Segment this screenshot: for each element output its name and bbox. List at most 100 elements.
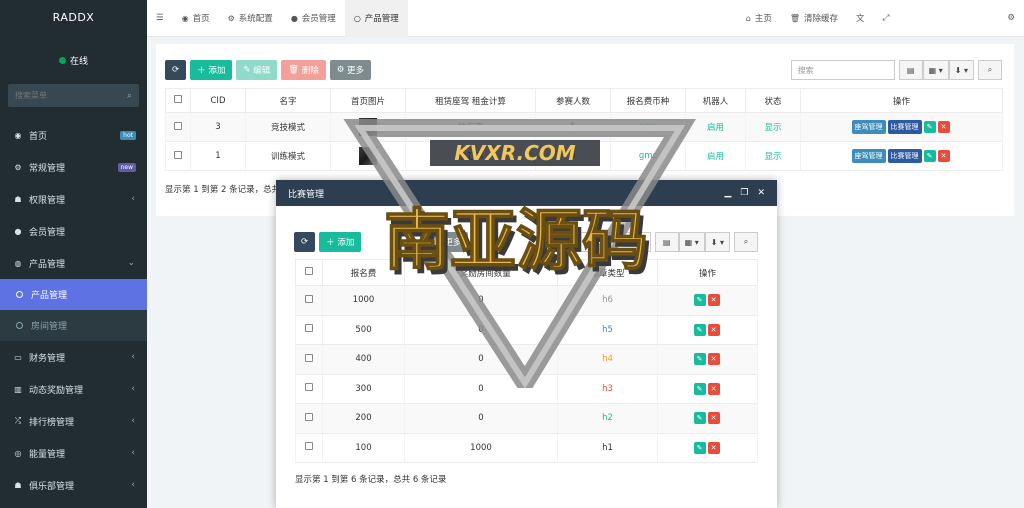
row-checkbox[interactable] [305, 353, 313, 362]
sidebar-item-permission[interactable]: ☗ 权限管理 ‹ [0, 183, 147, 215]
add-button[interactable]: ＋ 添加 [190, 60, 233, 80]
table-row[interactable]: 100 1000 h1 ✎ ✕ [295, 433, 758, 463]
robot-cell[interactable]: 启用 [685, 112, 746, 142]
delete-row-button[interactable]: ✕ [707, 382, 720, 395]
table-row[interactable]: 300 0 h3 ✎ ✕ [295, 374, 758, 404]
search-icon[interactable]: ⌕ [127, 91, 132, 101]
seat-manage-button[interactable]: 座驾管理 [851, 149, 886, 163]
row-checkbox-cell[interactable] [295, 374, 323, 404]
row-checkbox-cell[interactable] [295, 403, 323, 434]
minimize-icon[interactable]: ▁ [724, 188, 731, 198]
delete-row-button[interactable]: ✕ [707, 323, 720, 336]
edit-row-button[interactable]: ✎ [693, 294, 706, 307]
table-row[interactable]: 1 训练模式 按汇率 5 gmc 启用 显示 座驾管理 比赛管理 ✎ ✕ [165, 141, 1003, 171]
home-link[interactable]: ⌂ 主页 [737, 0, 781, 37]
column-header[interactable]: 操作 [800, 88, 1003, 113]
row-checkbox[interactable] [305, 412, 313, 421]
more-button[interactable]: ⚙ 更多 [329, 60, 372, 80]
close-icon[interactable]: ✕ [757, 188, 765, 198]
sidebar-item-general[interactable]: ⚙ 常规管理 new [0, 151, 147, 183]
edit-row-button[interactable]: ✎ [693, 353, 706, 366]
row-checkbox[interactable] [305, 324, 313, 333]
match-manage-button[interactable]: 比赛管理 [887, 120, 922, 134]
sidebar-item-member[interactable]: ● 会员管理 [0, 215, 147, 247]
tab-member[interactable]: ● 会员管理 [282, 0, 345, 37]
table-row[interactable]: 1000 0 h6 ✎ ✕ [295, 285, 758, 316]
columns-button[interactable]: ▦ ▾ [922, 60, 949, 80]
row-checkbox[interactable] [305, 294, 313, 303]
sidebar-subitem-room[interactable]: 房间管理 [0, 310, 147, 341]
columns-button[interactable]: ▦ ▾ [678, 232, 705, 252]
sidebar-item-energy[interactable]: ◎ 能量管理 ‹ [0, 437, 147, 469]
column-header[interactable]: 勋章类型 [557, 259, 658, 286]
dialog-search-input[interactable]: 搜索 [554, 232, 651, 252]
delete-row-button[interactable]: ✕ [707, 412, 720, 425]
maximize-icon[interactable]: ❐ [740, 188, 748, 198]
robot-cell[interactable]: 启用 [685, 141, 746, 171]
row-checkbox-cell[interactable] [295, 315, 323, 345]
delete-row-button[interactable]: ✕ [707, 353, 720, 366]
delete-row-button[interactable]: ✕ [937, 149, 950, 162]
seat-manage-button[interactable]: 座驾管理 [851, 120, 886, 134]
select-all-cell[interactable] [295, 259, 323, 286]
delete-button[interactable]: 🗑 删除 [281, 60, 326, 80]
refresh-button[interactable]: ⟳ [165, 60, 187, 80]
sidebar-toggle[interactable]: ☰ [147, 0, 173, 37]
sidebar-item-home[interactable]: ◉ 首页 hot [0, 119, 147, 151]
refresh-button[interactable]: ⟳ [294, 232, 316, 252]
fullscreen-button[interactable]: ⤢ [874, 0, 899, 37]
column-header[interactable]: 参赛人数 [535, 88, 611, 113]
sidebar-item-finance[interactable]: ▭ 财务管理 ‹ [0, 341, 147, 373]
edit-row-button[interactable]: ✎ [923, 149, 936, 162]
edit-button[interactable]: ✎ 编辑 [236, 60, 278, 80]
thumbnail-image[interactable] [359, 118, 377, 136]
menu-icon[interactable]: ☰ [156, 13, 164, 23]
export-button[interactable]: ⬇ ▾ [948, 60, 974, 80]
table-search-input[interactable]: 搜索 [790, 60, 895, 80]
column-header[interactable]: 操作 [657, 259, 758, 286]
sidebar-item-rank[interactable]: ⤮ 排行榜管理 ‹ [0, 405, 147, 437]
status-cell[interactable]: 显示 [745, 141, 801, 171]
language-toggle[interactable]: 文 [847, 0, 874, 37]
search-button[interactable]: ⌕ [734, 232, 758, 252]
tab-product[interactable]: ○ 产品管理 [344, 0, 408, 37]
delete-row-button[interactable]: ✕ [937, 120, 950, 133]
row-checkbox[interactable] [174, 150, 182, 159]
edit-row-button[interactable]: ✎ [693, 441, 706, 454]
dialog-header[interactable]: 比赛管理 ▁ ❐ ✕ [276, 180, 777, 206]
sidebar-item-club[interactable]: ☗ 俱乐部管理 ‹ [0, 469, 147, 501]
thumbnail-image[interactable] [359, 147, 377, 165]
edit-row-button[interactable]: ✎ [693, 323, 706, 336]
status-cell[interactable]: 显示 [745, 112, 801, 142]
sidebar-item-product[interactable]: ◍ 产品管理 ⌄ [0, 247, 147, 279]
toggle-view-button[interactable]: ▤ [898, 60, 923, 80]
add-button[interactable]: ＋ 添加 [319, 232, 362, 252]
column-header[interactable]: 日奖励房间数量 [404, 259, 558, 286]
sidebar-subitem-product[interactable]: 产品管理 [0, 279, 147, 310]
row-checkbox-cell[interactable] [165, 141, 191, 171]
tab-system-config[interactable]: ⚙ 系统配置 [219, 0, 282, 37]
more-button[interactable]: 更多 [437, 232, 469, 252]
settings-button[interactable]: ⚙ [998, 0, 1024, 37]
select-all-checkbox[interactable] [305, 267, 313, 275]
column-header[interactable]: 租赁座驾 租金计算 [405, 88, 536, 113]
column-header[interactable]: 名字 [245, 88, 331, 113]
table-row[interactable]: 200 0 h2 ✎ ✕ [295, 403, 758, 434]
column-header[interactable]: 机器人 [685, 88, 746, 113]
row-checkbox[interactable] [305, 383, 313, 392]
delete-row-button[interactable]: ✕ [707, 441, 720, 454]
column-header[interactable]: 首页图片 [330, 88, 406, 113]
select-all-cell[interactable] [165, 88, 191, 113]
row-checkbox-cell[interactable] [295, 433, 323, 463]
clear-cache-button[interactable]: 🗑 清除缓存 [781, 0, 847, 37]
translate-icon[interactable]: 文 [856, 12, 865, 24]
row-checkbox-cell[interactable] [295, 285, 323, 316]
row-checkbox-cell[interactable] [295, 344, 323, 375]
delete-row-button[interactable]: ✕ [707, 294, 720, 307]
tab-home[interactable]: ◉ 首页 [173, 0, 219, 37]
sidebar-item-reward[interactable]: ▥ 动态奖励管理 ‹ [0, 373, 147, 405]
row-checkbox-cell[interactable] [165, 112, 191, 142]
brand-logo[interactable]: RADDX [0, 0, 147, 36]
table-row[interactable]: 3 竞技模式 按汇率 5 gmc 启用 显示 座驾管理 比赛管理 ✎ ✕ [165, 112, 1003, 142]
sidebar-search[interactable]: ⌕ [8, 84, 139, 107]
